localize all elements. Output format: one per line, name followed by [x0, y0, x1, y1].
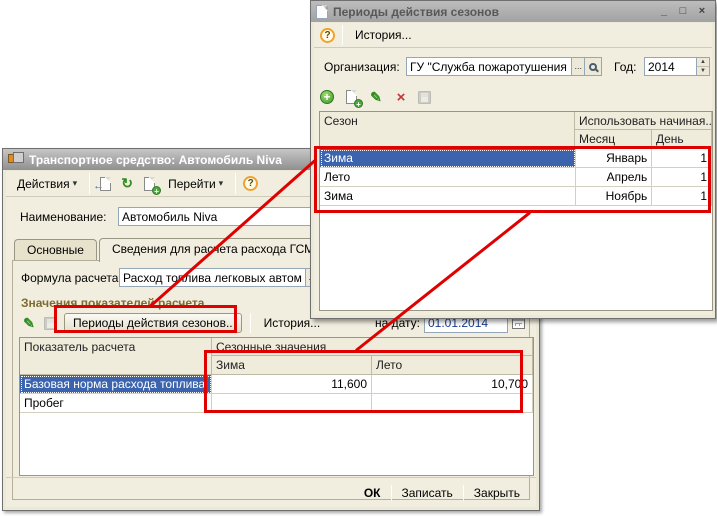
search-button[interactable]: [584, 58, 601, 75]
write-button[interactable]: Записать: [392, 483, 463, 503]
seasons-header-row: Сезон Использовать начиная... Месяц День: [320, 112, 712, 149]
seasons-toolbar: + + ✎ ×: [320, 85, 431, 109]
separator: [89, 173, 90, 194]
month-cell[interactable]: Апрель: [576, 168, 653, 187]
save-icon[interactable]: [44, 317, 57, 330]
season-cell[interactable]: Зима: [320, 149, 576, 168]
chevron-down-icon: ▾: [73, 178, 78, 189]
season-periods-titlebar: Периоды действия сезонов _ □ ×: [311, 1, 715, 22]
season-cell[interactable]: Лето: [320, 168, 576, 187]
save-icon[interactable]: [418, 91, 431, 104]
delete-icon[interactable]: ×: [393, 89, 409, 105]
col-header-winter: Зима: [212, 356, 372, 375]
maximize-button[interactable]: □: [675, 5, 691, 19]
section-title: Значения показателей расчета: [21, 296, 204, 310]
write-object-icon[interactable]: ←: [97, 176, 113, 192]
search-icon: [589, 63, 597, 71]
history-menu-item[interactable]: История...: [350, 25, 417, 45]
help-menu-bar: ? История...: [314, 23, 712, 48]
col-header-use-from: Использовать начиная...: [575, 112, 712, 130]
ellipsis-button[interactable]: ...: [571, 58, 584, 75]
table-row[interactable]: Зима Январь 1: [320, 149, 712, 168]
organization-input[interactable]: [407, 60, 571, 74]
copy-add-icon[interactable]: +: [343, 89, 359, 105]
separator: [235, 173, 236, 194]
copy-icon[interactable]: +: [141, 176, 157, 192]
winter-value-cell[interactable]: [212, 394, 372, 413]
col-header-season: Сезон: [320, 112, 575, 149]
go-to-menu-button[interactable]: Перейти ▾: [163, 174, 228, 194]
ok-button[interactable]: ОК: [354, 483, 391, 503]
year-input[interactable]: [645, 60, 696, 74]
seasons-table: Сезон Использовать начиная... Месяц День…: [319, 111, 713, 311]
season-periods-button[interactable]: Периоды действия сезонов..: [64, 313, 242, 333]
formula-label: Формула расчета:: [21, 271, 122, 285]
col-header-seasonal: Сезонные значения: [212, 338, 533, 356]
year-field[interactable]: ▲ ▼: [644, 57, 710, 76]
chevron-down-icon: ▾: [219, 178, 224, 189]
indicator-cell[interactable]: Пробег: [20, 394, 212, 413]
document-icon: [316, 5, 328, 19]
season-cell[interactable]: Зима: [320, 187, 576, 206]
col-header-day: День: [652, 130, 712, 149]
table-row[interactable]: Зима Ноябрь 1: [320, 187, 712, 206]
vehicle-window-title: Транспортное средство: Автомобиль Niva: [29, 153, 282, 167]
day-cell[interactable]: 1: [652, 149, 712, 168]
summer-value-cell[interactable]: 10,700: [372, 375, 533, 394]
help-icon[interactable]: ?: [243, 176, 258, 191]
summer-value-cell[interactable]: [372, 394, 533, 413]
indicators-header-row: Показатель расчета Сезонные значения Зим…: [20, 338, 533, 375]
season-periods-window: Периоды действия сезонов _ □ × ? История…: [310, 0, 716, 319]
actions-menu-button[interactable]: Действия ▾: [12, 174, 82, 194]
add-icon[interactable]: +: [320, 90, 334, 104]
formula-field[interactable]: ...: [119, 268, 319, 287]
spin-down-icon[interactable]: ▼: [697, 66, 709, 75]
separator: [342, 25, 343, 45]
indicator-cell[interactable]: Базовая норма расхода топлива: [20, 375, 212, 394]
close-button[interactable]: Закрыть: [464, 483, 530, 503]
season-periods-title: Периоды действия сезонов: [333, 5, 499, 19]
month-cell[interactable]: Ноябрь: [576, 187, 653, 206]
col-header-summer: Лето: [372, 356, 533, 375]
close-icon[interactable]: ×: [694, 5, 710, 19]
separator: [250, 313, 251, 333]
minimize-button[interactable]: _: [656, 5, 672, 19]
col-header-month: Месяц: [575, 130, 652, 149]
tab-fuel-calculation[interactable]: Сведения для расчета расхода ГСМ: [99, 238, 327, 262]
year-label: Год:: [614, 60, 636, 74]
organization-field[interactable]: ...: [406, 57, 602, 76]
formula-input[interactable]: [120, 271, 305, 285]
day-cell[interactable]: 1: [652, 168, 712, 187]
season-periods-body: ? История... Организация: ... Год: ▲ ▼ +…: [314, 23, 712, 315]
table-row[interactable]: Лето Апрель 1: [320, 168, 712, 187]
refresh-icon[interactable]: ↻: [119, 176, 135, 192]
table-row[interactable]: Базовая норма расхода топлива 11,600 10,…: [20, 375, 533, 394]
name-label: Наименование:: [20, 210, 107, 224]
edit-icon[interactable]: ✎: [21, 315, 37, 331]
organization-label: Организация:: [324, 60, 400, 74]
col-header-indicator: Показатель расчета: [20, 338, 212, 375]
help-icon[interactable]: ?: [320, 28, 335, 43]
year-stepper[interactable]: ▲ ▼: [696, 58, 709, 75]
month-cell[interactable]: Январь: [576, 149, 653, 168]
vehicle-icon: [8, 154, 24, 165]
table-row[interactable]: Пробег: [20, 394, 533, 413]
tab-main[interactable]: Основные: [14, 239, 97, 261]
day-cell[interactable]: 1: [652, 187, 712, 206]
footer-bar: ОК Записать Закрыть: [6, 477, 536, 507]
indicators-table: Показатель расчета Сезонные значения Зим…: [19, 337, 534, 476]
spin-up-icon[interactable]: ▲: [697, 58, 709, 66]
winter-value-cell[interactable]: 11,600: [212, 375, 372, 394]
edit-icon[interactable]: ✎: [368, 89, 384, 105]
